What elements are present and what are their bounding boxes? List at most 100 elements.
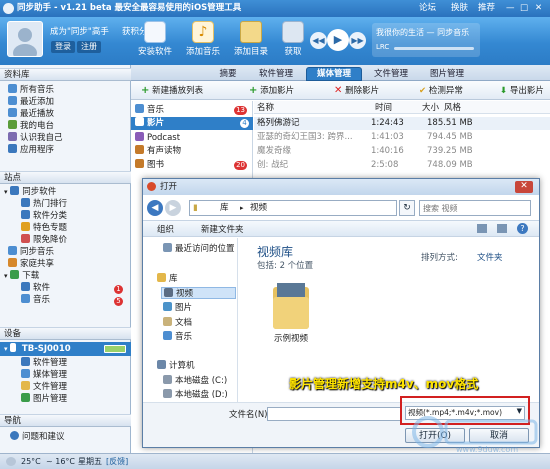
nav-pictures[interactable]: 图片 [163,302,192,314]
sidebar-item-label: 音乐 [33,295,51,305]
row-time: 2:5:08 [371,160,399,170]
sidebar-item-free[interactable]: 限免降价 [4,234,130,246]
nav-drive-c[interactable]: 本地磁盘 (C:) [163,375,227,387]
category-books[interactable]: 图书 20 [135,159,249,171]
skin-link[interactable]: 换肤 [451,0,468,17]
row-title: 魔发奇缘 [257,146,292,156]
sidebar-item-topics[interactable]: 特色专题 [4,222,130,234]
library-icon [157,273,166,282]
sidebar-item-download-music[interactable]: 音乐 [4,294,130,306]
add-movie-button[interactable]: + 添加影片 [249,85,294,97]
sidebar-item-sync-software[interactable]: ▾ 同步软件 [4,186,130,198]
minimize-button[interactable]: — [506,0,515,17]
get-button[interactable]: 获取 [279,19,307,63]
address-bar[interactable]: ▮ 库 ▸ 视频 [189,200,397,216]
sidebar-item-device-software[interactable]: 软件管理 [21,357,129,369]
next-button[interactable]: ▶▶ [349,32,366,49]
sidebar-item-device-media[interactable]: 媒体管理 [21,369,129,381]
title-bar: 同步助手 - v1.21 beta 最安全最容易使用的iOS管理工具 论坛 换肤… [0,0,550,17]
table-row[interactable]: 亚瑟的奇幻王国3: 跨界... 1:41:03 794.45 MB [254,131,550,144]
forum-link[interactable]: 论坛 [419,0,436,17]
sidebar-item-recently-played[interactable]: 最近播放 [8,108,130,120]
play-button[interactable]: ▶ [327,29,349,51]
nav-libraries[interactable]: 库 [157,273,178,285]
refresh-button[interactable]: ↻ [399,200,415,216]
nav-drive-d[interactable]: 本地磁盘 (D:) [163,389,228,401]
breadcrumb-libraries[interactable]: 库 [220,202,229,214]
table-row[interactable]: 魔发奇缘 1:40:16 739.25 MB [254,145,550,158]
column-header-size[interactable]: 大小 [422,102,439,114]
add-music-button[interactable]: ♪ 添加音乐 [184,19,222,63]
tab-files[interactable]: 文件管理 [365,67,417,81]
search-input[interactable] [419,200,531,216]
export-movie-button[interactable]: ⬇ 导出影片 [500,85,544,97]
nav-music[interactable]: 音乐 [163,331,192,343]
category-music[interactable]: 音乐 13 [135,104,249,116]
filename-input[interactable] [267,407,401,421]
breadcrumb-separator-icon: ▸ [240,204,244,212]
recommend-link[interactable]: 推荐 [478,0,495,17]
register-button[interactable]: 注册 [77,41,101,53]
column-header-style[interactable]: 风格 [444,102,461,114]
new-folder-button[interactable]: 新建文件夹 [201,224,244,236]
nav-documents[interactable]: 文档 [163,317,192,329]
volume-slider[interactable] [394,47,474,50]
sidebar-item-device-photos[interactable]: 图片管理 [21,393,129,405]
sidebar-item-label: 下载 [22,271,40,281]
back-button[interactable]: ◀ [147,200,163,216]
sidebar-item-feedback[interactable]: 问题和建议 [10,431,65,443]
arrange-by-dropdown[interactable]: 文件夹 [477,252,503,264]
login-button[interactable]: 登录 [51,41,75,53]
delete-movie-button[interactable]: ✕ 删除影片 [334,85,379,97]
nav-computer[interactable]: 计算机 [157,360,195,372]
sidebar-item-know-myself[interactable]: 认识我自己 [8,132,130,144]
close-button[interactable]: ✕ [535,0,542,17]
dialog-close-button[interactable]: ✕ [515,181,533,193]
sidebar-item-device-files[interactable]: 文件管理 [21,381,129,393]
tab-photos[interactable]: 图片管理 [421,67,473,81]
sidebar-item-sync-music[interactable]: 同步音乐 [4,246,130,258]
help-icon[interactable]: ? [517,223,528,234]
sidebar-item-recently-added[interactable]: 最近添加 [8,96,130,108]
column-header-name[interactable]: 名称 [257,102,274,114]
category-audiobooks[interactable]: 有声读物 [135,145,249,157]
sidebar-item-apps[interactable]: 应用程序 [8,144,130,156]
feedback-link[interactable]: [反馈] [106,454,128,469]
sidebar-item-home-sharing[interactable]: 家庭共享 [4,258,130,270]
view-toggle-icon[interactable] [477,224,487,233]
avatar[interactable] [7,21,43,62]
table-row[interactable]: 格列佛游记 1:24:43 185.51 MB [254,117,550,130]
sidebar-item-downloads[interactable]: ▾ 下载 [4,270,130,282]
tab-software[interactable]: 软件管理 [250,67,302,81]
tab-media[interactable]: 媒体管理 [306,67,362,81]
tab-summary[interactable]: 摘要 [210,67,246,81]
organize-button[interactable]: 组织 [157,224,174,236]
maximize-button[interactable]: □ [520,0,528,17]
sidebar-item-device[interactable]: ▾ TB-SJ0010 [0,342,131,356]
nav-recent-places[interactable]: 最近访问的位置 [163,243,235,255]
sidebar-item-download-software[interactable]: 软件 [4,282,130,294]
table-row[interactable]: 创: 战纪 2:5:08 748.09 MB [254,159,550,172]
back-arrow-icon: ◀ [151,203,159,213]
sample-videos-folder[interactable]: 示例视频 [261,275,321,353]
breadcrumb-videos[interactable]: 视频 [250,202,267,214]
download-icon [10,270,20,279]
new-playlist-button[interactable]: + 新建播放列表 [141,85,203,97]
category-movies[interactable]: 影片 4 [131,117,253,130]
add-folder-button[interactable]: 添加目录 [232,19,270,63]
install-software-button[interactable]: 安装软件 [136,19,174,63]
folder-icon: ▮ [193,203,198,213]
column-header-time[interactable]: 时间 [375,102,392,114]
sidebar-item-my-radio[interactable]: 我的电台 [8,120,130,132]
sidebar-item-label: 图片管理 [33,394,68,404]
previous-button[interactable]: ◀◀ [310,32,327,49]
lrc-button[interactable]: LRC [376,43,389,51]
forward-button[interactable]: ▶ [165,200,181,216]
check-errors-button[interactable]: ✔ 检测异常 [419,85,463,97]
preview-pane-icon[interactable] [497,224,507,233]
sidebar-item-categories[interactable]: 软件分类 [4,210,130,222]
sidebar-item-hot[interactable]: 热门排行 [4,198,130,210]
category-podcast[interactable]: Podcast [135,132,249,144]
sidebar-item-all-music[interactable]: 所有音乐 [8,84,130,96]
nav-videos[interactable]: 视频 [161,287,236,299]
